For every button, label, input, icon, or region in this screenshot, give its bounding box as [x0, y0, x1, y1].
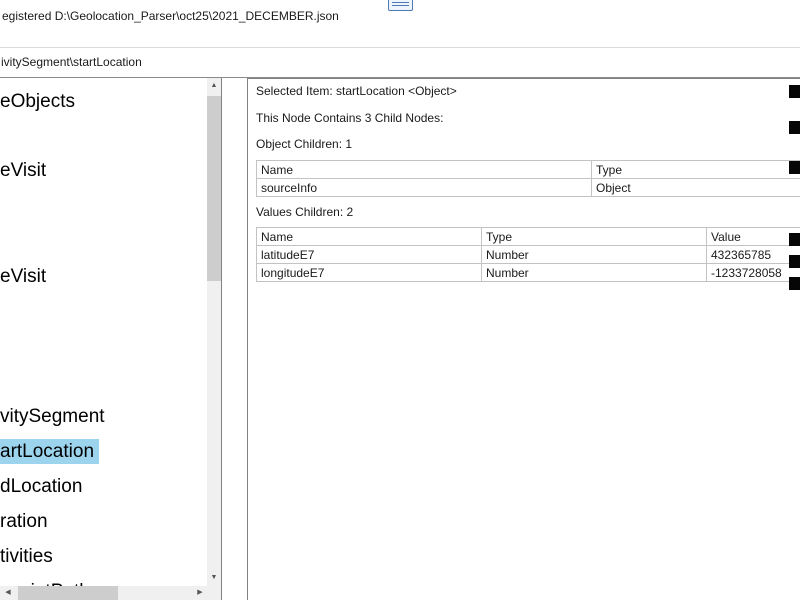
table-header-row: Name Type — [256, 160, 800, 179]
tree-vertical-scrollbar[interactable]: ▲ ▼ — [207, 78, 221, 586]
right-edge-mark — [789, 233, 800, 246]
right-edge-mark — [789, 85, 800, 98]
window-icon-line — [392, 5, 409, 6]
right-edge-mark — [789, 277, 800, 290]
values-children-label: Values Children: 2 — [256, 205, 354, 219]
scroll-right-icon[interactable]: ▶ — [192, 586, 208, 600]
node-summary-label: This Node Contains 3 Child Nodes: — [256, 111, 444, 125]
scroll-down-icon[interactable]: ▼ — [207, 570, 221, 586]
table-row[interactable]: sourceInfo Object — [256, 178, 800, 197]
tree-item-tivities[interactable]: tivities — [0, 544, 53, 569]
cell-value: -1233728058 — [706, 263, 800, 282]
column-header-name[interactable]: Name — [256, 227, 482, 246]
values-children-table: Name Type Value latitudeE7 Number 432365… — [256, 227, 800, 282]
tree-panel: eObjects eVisit eVisit vitySegment artLo… — [0, 78, 222, 600]
selected-item-label: Selected Item: startLocation <Object> — [256, 84, 457, 98]
cell-type: Number — [481, 263, 707, 282]
tree-item-eobjects[interactable]: eObjects — [0, 89, 75, 114]
right-edge-mark — [789, 255, 800, 268]
cell-type: Object — [591, 178, 800, 197]
column-header-type[interactable]: Type — [591, 160, 800, 179]
cell-name: latitudeE7 — [256, 245, 482, 264]
table-row[interactable]: longitudeE7 Number -1233728058 — [256, 263, 800, 282]
titlebar-file-path: egistered D:\Geolocation_Parser\oct25\20… — [2, 9, 339, 23]
tree-item-ration[interactable]: ration — [0, 509, 48, 534]
details-panel: Selected Item: startLocation <Object> Th… — [247, 78, 800, 600]
right-edge-mark — [789, 161, 800, 174]
horizontal-scrollbar-thumb[interactable] — [18, 586, 118, 600]
cell-name: longitudeE7 — [256, 263, 482, 282]
table-header-row: Name Type Value — [256, 227, 800, 246]
tree-item-dlocation[interactable]: dLocation — [0, 474, 82, 499]
table-row[interactable]: latitudeE7 Number 432365785 — [256, 245, 800, 264]
tree-item-evisit-1[interactable]: eVisit — [0, 158, 46, 183]
titlebar: egistered D:\Geolocation_Parser\oct25\20… — [0, 0, 800, 48]
cell-value: 432365785 — [706, 245, 800, 264]
tree-item-vitysegment[interactable]: vitySegment — [0, 404, 105, 429]
column-header-value[interactable]: Value — [706, 227, 800, 246]
object-children-label: Object Children: 1 — [256, 137, 353, 151]
scroll-left-icon[interactable]: ◀ — [0, 586, 16, 600]
right-edge-mark — [789, 121, 800, 134]
column-header-name[interactable]: Name — [256, 160, 592, 179]
breadcrumb-bar: ivitySegment\startLocation — [0, 48, 800, 78]
tree-item-artlocation-selected[interactable]: artLocation — [0, 439, 100, 464]
breadcrumb: ivitySegment\startLocation — [1, 55, 142, 69]
cell-type: Number — [481, 245, 707, 264]
scroll-up-icon[interactable]: ▲ — [207, 78, 221, 94]
app-window: egistered D:\Geolocation_Parser\oct25\20… — [0, 0, 800, 600]
tree-item-evisit-2[interactable]: eVisit — [0, 264, 46, 289]
window-icon — [388, 0, 413, 11]
tree-horizontal-scrollbar[interactable]: ◀ ▶ — [0, 586, 221, 600]
object-children-table: Name Type sourceInfo Object — [256, 160, 800, 197]
cell-name: sourceInfo — [256, 178, 592, 197]
vertical-scrollbar-thumb[interactable] — [207, 96, 221, 281]
window-icon-line — [392, 2, 409, 3]
column-header-type[interactable]: Type — [481, 227, 707, 246]
